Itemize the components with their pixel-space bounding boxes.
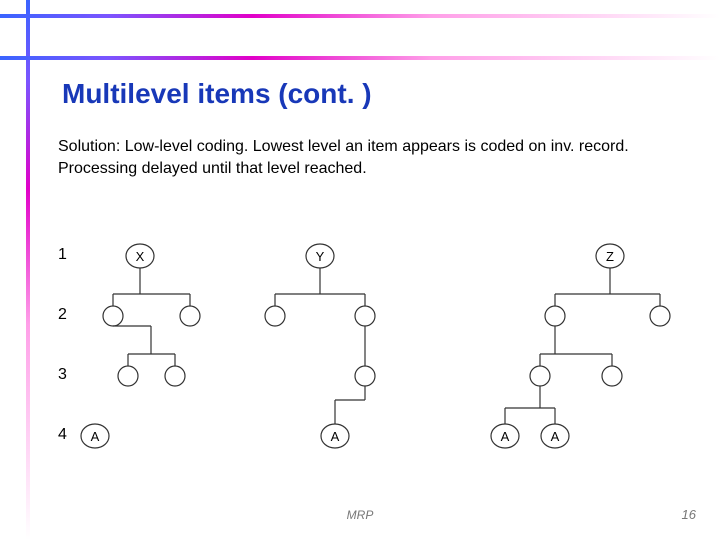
node-blank — [180, 306, 200, 326]
node-a-2-label: A — [331, 429, 340, 444]
node-blank — [103, 306, 123, 326]
node-x-label: X — [136, 249, 145, 264]
node-blank — [165, 366, 185, 386]
node-y-label: Y — [316, 249, 325, 264]
page-number: 16 — [682, 507, 696, 522]
node-a-4-label: A — [551, 429, 560, 444]
node-z-label: Z — [606, 249, 614, 264]
node-blank — [355, 306, 375, 326]
slide: Multilevel items (cont. ) Solution: Low-… — [0, 0, 720, 540]
node-blank — [545, 306, 565, 326]
node-blank — [602, 366, 622, 386]
node-blank — [650, 306, 670, 326]
node-blank — [265, 306, 285, 326]
bom-diagram: X A Y — [0, 0, 720, 540]
node-blank — [530, 366, 550, 386]
node-a-1-label: A — [91, 429, 100, 444]
node-blank — [355, 366, 375, 386]
footer-label: MRP — [0, 508, 720, 522]
node-a-3-label: A — [501, 429, 510, 444]
node-blank — [118, 366, 138, 386]
